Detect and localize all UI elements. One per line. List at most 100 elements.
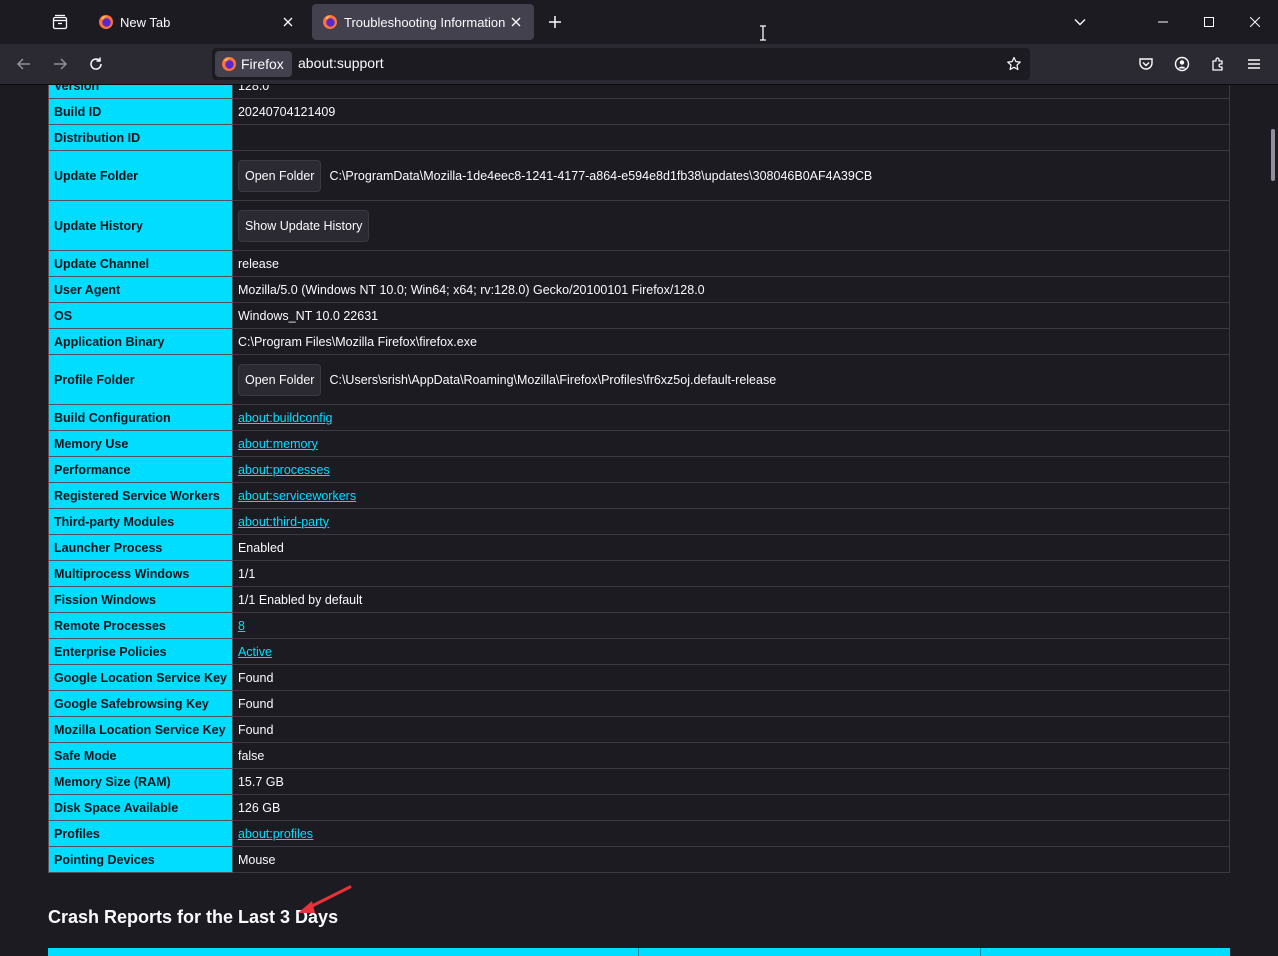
list-all-tabs-button[interactable] [1064,6,1096,38]
row-label: Google Safebrowsing Key [48,690,233,717]
row-value-cell: 8 [231,612,1231,639]
row-label: Update Folder [48,150,233,201]
row-link[interactable]: about:buildconfig [238,411,333,425]
chevron-down-icon [1074,19,1086,26]
scrollbar-thumb[interactable] [1271,129,1275,181]
row-label: Application Binary [48,328,233,355]
forward-button[interactable] [44,48,76,80]
page-content: Version 128.0 Build ID 20240704121409 Distri… [0,85,1278,956]
bookmark-star-button[interactable] [1004,54,1024,74]
firefox-view-button[interactable] [44,6,76,38]
row-label: Remote Processes [48,612,233,639]
table-row: Memory Use about:memory [48,430,1231,457]
row-link[interactable]: Active [238,645,272,659]
row-value-cell: Windows_NT 10.0 22631 [231,302,1231,329]
row-label: Fission Windows [48,586,233,613]
close-window-button[interactable] [1232,0,1278,44]
row-label: Pointing Devices [48,846,233,873]
new-tab-button[interactable] [539,6,571,38]
reload-icon [90,57,102,70]
row-link[interactable]: about:third-party [238,515,329,529]
reload-button[interactable] [80,48,112,80]
row-link[interactable]: about:processes [238,463,330,477]
table-row: Memory Size (RAM) 15.7 GB [48,768,1231,795]
maximize-icon [1204,17,1214,27]
row-value-cell: 15.7 GB [231,768,1231,795]
show-update-history-button[interactable]: Show Update History [237,209,370,242]
close-tab-icon[interactable] [278,12,298,32]
puzzle-icon [1212,57,1223,71]
open-folder-button[interactable]: Open Folder [237,363,322,396]
row-label: Registered Service Workers [48,482,233,509]
row-value: Mozilla/5.0 (Windows NT 10.0; Win64; x64… [237,282,705,297]
table-row: OS Windows_NT 10.0 22631 [48,302,1231,329]
close-tab-icon[interactable] [506,12,526,32]
tab-troubleshooting[interactable]: Troubleshooting Information [312,4,534,40]
row-link[interactable]: about:profiles [238,827,313,841]
row-value: Found [237,670,274,685]
row-value-cell: 126 GB [231,794,1231,821]
table-row: Update Folder Open Folder C:\ProgramData\M… [48,150,1231,201]
account-button[interactable] [1166,48,1198,80]
table-row: Update Channel release [48,250,1231,277]
row-value-cell: Enabled [231,534,1231,561]
row-label: Build Configuration [48,404,233,431]
row-value-cell: 128.0 [231,85,1231,99]
row-value-cell: false [231,742,1231,769]
table-row: Profile Folder Open Folder C:\Users\srish\… [48,354,1231,405]
row-value-cell: release [231,250,1231,277]
minimize-button[interactable] [1140,0,1186,44]
open-folder-button[interactable]: Open Folder [237,159,322,192]
row-value-cell: Mouse [231,846,1231,873]
table-row: Launcher Process Enabled [48,534,1231,561]
hamburger-menu-icon [1248,59,1260,69]
back-arrow-icon [16,58,30,70]
identity-box[interactable]: Firefox [215,51,292,77]
row-label: Distribution ID [48,124,233,151]
row-label: User Agent [48,276,233,303]
row-label: Multiprocess Windows [48,560,233,587]
row-value-cell: about:buildconfig [231,404,1231,431]
page-scrollbar[interactable] [1264,85,1278,956]
row-value: Mouse [237,852,276,867]
annotation-arrow [298,885,352,913]
table-row: Application Binary C:\Program Files\Mozil… [48,328,1231,355]
row-link[interactable]: 8 [238,619,245,633]
row-label: Memory Use [48,430,233,457]
row-value-cell: 1/1 [231,560,1231,587]
url-input[interactable]: about:support [298,55,384,71]
tab-strip: New Tab Troubleshooting Information [0,0,1278,44]
minimize-icon [1158,21,1168,23]
pocket-button[interactable] [1130,48,1162,80]
row-link[interactable]: about:serviceworkers [238,489,356,503]
row-value-cell: 20240704121409 [231,98,1231,125]
navigation-toolbar: Firefox about:support [0,44,1278,85]
firefox-favicon-icon [323,15,337,29]
row-label: Third-party Modules [48,508,233,535]
row-value: Windows_NT 10.0 22631 [237,308,379,323]
row-link[interactable]: about:memory [238,437,318,451]
extensions-button[interactable] [1202,48,1234,80]
row-value: 1/1 Enabled by default [237,592,363,607]
back-button[interactable] [8,48,40,80]
identity-label: Firefox [241,56,284,72]
tab-new-tab[interactable]: New Tab [88,4,306,40]
row-value-cell: Open Folder C:\ProgramData\Mozilla-1de4ee… [231,150,1231,201]
row-value: Found [237,696,274,711]
row-label: Google Location Service Key [48,664,233,691]
table-row: Google Location Service Key Found [48,664,1231,691]
row-label: Launcher Process [48,534,233,561]
address-bar[interactable]: Firefox about:support [212,48,1030,80]
row-value-cell: 1/1 Enabled by default [231,586,1231,613]
row-value-cell: about:processes [231,456,1231,483]
row-value-cell: Found [231,690,1231,717]
row-label: Version [48,85,233,99]
row-value-cell: Show Update History [231,200,1231,251]
tab-title: New Tab [120,14,171,30]
maximize-button[interactable] [1186,0,1232,44]
row-label: Update History [48,200,233,251]
table-row: Update History Show Update History [48,200,1231,251]
plus-icon [549,16,561,28]
app-menu-button[interactable] [1238,48,1270,80]
row-label: OS [48,302,233,329]
